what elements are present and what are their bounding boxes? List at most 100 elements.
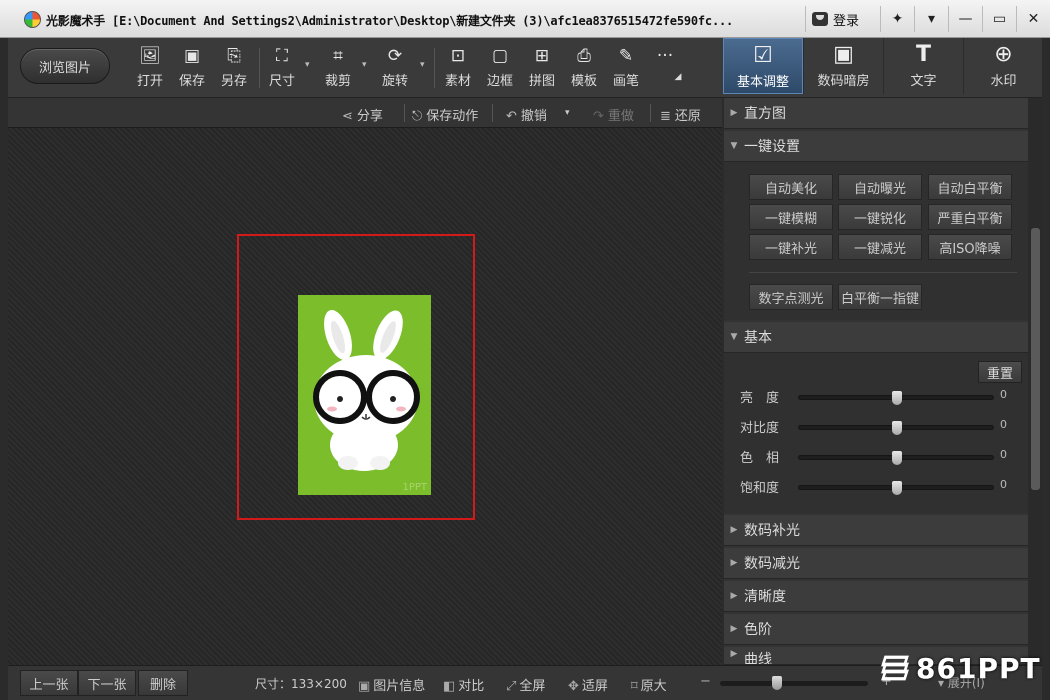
undo-icon: ↶ xyxy=(506,109,517,124)
template-button[interactable]: ⎙ 模板 xyxy=(564,46,604,90)
save-as-button[interactable]: ⎘ 另存 xyxy=(214,46,254,90)
delete-button[interactable]: 删除 xyxy=(138,670,188,696)
more-tools-button[interactable]: ··· ◢ xyxy=(645,46,685,90)
slider-thumb[interactable] xyxy=(892,481,902,495)
section-digital-reduce-light[interactable]: ▶ 数码减光 xyxy=(724,548,1028,579)
save-as-icon: ⎘ xyxy=(227,46,241,66)
strong-white-balance-button[interactable]: 严重白平衡 xyxy=(928,204,1012,230)
undo-button[interactable]: ↶ 撤销 xyxy=(506,105,547,124)
maximize-button[interactable]: ▭ xyxy=(982,6,1016,32)
crop-button[interactable]: ⌗ 裁剪 xyxy=(318,46,358,90)
menu-icon: ▾ xyxy=(927,11,936,27)
hue-slider[interactable] xyxy=(798,451,994,465)
one-click-sharpen-button[interactable]: 一键锐化 xyxy=(838,204,922,230)
close-button[interactable]: ✕ xyxy=(1016,6,1050,32)
spot-metering-button[interactable]: 数字点测光 xyxy=(749,284,833,310)
crop-dropdown-icon[interactable]: ▾ xyxy=(362,60,367,70)
material-icon: ⊡ xyxy=(450,46,466,66)
reset-button[interactable]: 重置 xyxy=(978,361,1022,383)
original-size-button[interactable]: ⌑ 原大 xyxy=(631,675,667,694)
main-toolbar: 浏览图片 🖼 打开 ▣ 保存 ⎘ 另存 ⛶ 尺寸 ▾ ⌗ 裁剪 ▾ ⟳ 旋转 ▾… xyxy=(8,38,1042,98)
login-label: 登录 xyxy=(833,13,860,29)
section-title: 色阶 xyxy=(744,622,772,638)
slider-thumb[interactable] xyxy=(892,391,902,405)
skin-button[interactable]: ✦ xyxy=(880,6,914,32)
action-bar: ⋖ 分享 ⎋ 保存动作 ↶ 撤销 ▾ ↷ 重做 ≣ 还原 xyxy=(8,98,722,128)
next-image-button[interactable]: 下一张 xyxy=(78,670,136,696)
photo[interactable]: 1PPT xyxy=(298,295,431,495)
auto-exposure-button[interactable]: 自动曝光 xyxy=(838,174,922,200)
brush-icon: ✎ xyxy=(618,46,634,66)
previous-image-button[interactable]: 上一张 xyxy=(20,670,78,696)
resize-dropdown-icon[interactable]: ▾ xyxy=(305,60,310,70)
brightness-slider[interactable] xyxy=(798,391,994,405)
image-info-button[interactable]: ▣ 图片信息 xyxy=(358,675,425,694)
fit-screen-button[interactable]: ✥ 适屏 xyxy=(568,675,608,694)
slider-thumb[interactable] xyxy=(892,421,902,435)
one-click-fill-light-button[interactable]: 一键补光 xyxy=(749,234,833,260)
undo-dropdown-icon[interactable]: ▾ xyxy=(565,108,570,118)
tab-text-label: 文字 xyxy=(910,74,937,89)
open-icon: 🖼 xyxy=(139,46,161,66)
zoom-slider[interactable] xyxy=(720,676,868,690)
save-button[interactable]: ▣ 保存 xyxy=(172,46,212,90)
section-title: 数码减光 xyxy=(744,556,800,572)
basic-body: 重置 亮 度 0 对比度 0 色 相 0 饱和度 0 xyxy=(724,353,1028,513)
scrollbar-thumb[interactable] xyxy=(1031,228,1040,490)
compare-icon: ◧ xyxy=(443,679,456,694)
tab-watermark[interactable]: ⊕ 水印 xyxy=(963,38,1043,94)
saturation-slider[interactable] xyxy=(798,481,994,495)
login-button[interactable]: 登录 xyxy=(805,6,880,32)
section-digital-fill-light[interactable]: ▶ 数码补光 xyxy=(724,515,1028,546)
section-levels[interactable]: ▶ 色阶 xyxy=(724,614,1028,645)
minimize-button[interactable]: — xyxy=(948,6,982,32)
open-button[interactable]: 🖼 打开 xyxy=(130,46,170,90)
collapsed-arrow-icon: ▶ xyxy=(730,558,738,568)
template-label: 模板 xyxy=(570,74,597,89)
section-basic[interactable]: ▼ 基本 xyxy=(724,322,1028,353)
close-icon: ✕ xyxy=(1027,11,1040,27)
slider-thumb[interactable] xyxy=(892,451,902,465)
material-label: 素材 xyxy=(444,74,471,89)
zoom-slider-thumb[interactable] xyxy=(772,676,782,690)
material-button[interactable]: ⊡ 素材 xyxy=(438,46,478,90)
section-one-click[interactable]: ▼ 一键设置 xyxy=(724,131,1028,162)
minimize-icon: — xyxy=(958,11,973,27)
collage-button[interactable]: ⊞ 拼图 xyxy=(522,46,562,90)
one-click-reduce-light-button[interactable]: 一键减光 xyxy=(838,234,922,260)
open-label: 打开 xyxy=(136,74,163,89)
browse-images-button[interactable]: 浏览图片 xyxy=(20,48,110,84)
compare-button[interactable]: ◧ 对比 xyxy=(443,675,484,694)
tab-text[interactable]: T 文字 xyxy=(883,38,963,94)
tab-basic-adjust[interactable]: ☑ 基本调整 xyxy=(723,38,803,94)
save-action-button[interactable]: ⎋ 保存动作 xyxy=(412,105,478,124)
menu-button[interactable]: ▾ xyxy=(914,6,948,32)
high-iso-denoise-button[interactable]: 高ISO降噪 xyxy=(928,234,1012,260)
border-button[interactable]: ▢ 边框 xyxy=(480,46,520,90)
watermark-text: 861PPT xyxy=(916,651,1041,685)
section-clarity[interactable]: ▶ 清晰度 xyxy=(724,581,1028,612)
rotate-button[interactable]: ⟳ 旋转 xyxy=(375,46,415,90)
section-histogram[interactable]: ▶ 直方图 xyxy=(724,98,1028,129)
auto-white-balance-button[interactable]: 自动白平衡 xyxy=(928,174,1012,200)
panel-scrollbar[interactable] xyxy=(1029,98,1042,665)
section-title: 一键设置 xyxy=(744,139,800,155)
brush-button[interactable]: ✎ 画笔 xyxy=(606,46,646,90)
image-canvas[interactable]: 1PPT xyxy=(8,128,722,665)
contrast-slider[interactable] xyxy=(798,421,994,435)
redo-button[interactable]: ↷ 重做 xyxy=(593,105,634,124)
fullscreen-button[interactable]: ⤢ 全屏 xyxy=(506,675,545,694)
tab-digital-darkroom[interactable]: ▣ 数码暗房 xyxy=(803,38,883,94)
auto-beautify-button[interactable]: 自动美化 xyxy=(749,174,833,200)
one-click-blur-button[interactable]: 一键模糊 xyxy=(749,204,833,230)
restore-button[interactable]: ≣ 还原 xyxy=(660,105,701,124)
action-divider xyxy=(650,104,651,122)
tab-basic-adjust-label: 基本调整 xyxy=(736,75,789,90)
hue-slider-row: 色 相 0 xyxy=(724,447,1028,467)
resize-icon: ⛶ xyxy=(276,46,288,66)
white-balance-pick-button[interactable]: 白平衡一指键 xyxy=(838,284,922,310)
share-button[interactable]: ⋖ 分享 xyxy=(342,105,383,124)
zoom-out-button[interactable]: − xyxy=(700,674,711,689)
rotate-dropdown-icon[interactable]: ▾ xyxy=(420,60,425,70)
resize-button[interactable]: ⛶ 尺寸 xyxy=(262,46,302,90)
